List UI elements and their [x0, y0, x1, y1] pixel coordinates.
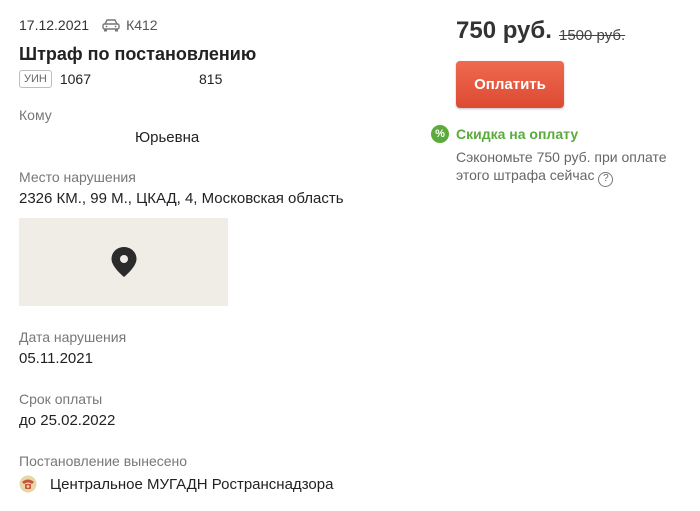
violation-date-label: Дата нарушения [19, 329, 127, 345]
price: 750 руб. [456, 17, 552, 44]
car-plate: К412 [126, 17, 158, 33]
recipient-label: Кому [19, 107, 52, 123]
uin-row: УИН 1067 815 [19, 70, 222, 88]
due-value: до 25.02.2022 [19, 412, 116, 429]
fine-meta: 17.12.2021 К412 [19, 17, 158, 33]
uin-badge: УИН [19, 70, 52, 88]
emblem-icon [19, 475, 37, 493]
location-map[interactable] [19, 218, 228, 306]
pay-button[interactable]: Оплатить [456, 61, 564, 108]
map-pin-icon [111, 247, 137, 277]
location-label: Место нарушения [19, 169, 136, 185]
old-price: 1500 руб. [559, 27, 626, 44]
violation-date-value: 05.11.2021 [19, 350, 93, 367]
discount-title-row: % Скидка на оплату [431, 125, 578, 143]
issuer-label: Постановление вынесено [19, 453, 188, 469]
percent-icon: % [431, 125, 449, 143]
discount-description: Сэкономьте 750 руб. при оплате этого штр… [456, 148, 686, 187]
car-icon [102, 19, 120, 32]
issuer-value: Центральное МУГАДН Ространснадзора [50, 475, 334, 493]
help-icon[interactable]: ? [598, 171, 614, 187]
uin-start: 1067 [59, 71, 91, 87]
uin-end: 815 [199, 71, 223, 87]
location-value: 2326 КМ., 99 М., ЦКАД, 4, Московская обл… [19, 190, 344, 207]
discount-text: Сэкономьте 750 руб. при оплате этого штр… [456, 149, 667, 183]
fine-date: 17.12.2021 [19, 17, 90, 33]
recipient-value: Юрьевна [135, 129, 200, 146]
page-title: Штраф по постановлению [19, 44, 257, 64]
due-label: Срок оплаты [19, 391, 103, 407]
discount-title: Скидка на оплату [456, 126, 579, 142]
issuer-row: Центральное МУГАДН Ространснадзора [19, 475, 333, 493]
